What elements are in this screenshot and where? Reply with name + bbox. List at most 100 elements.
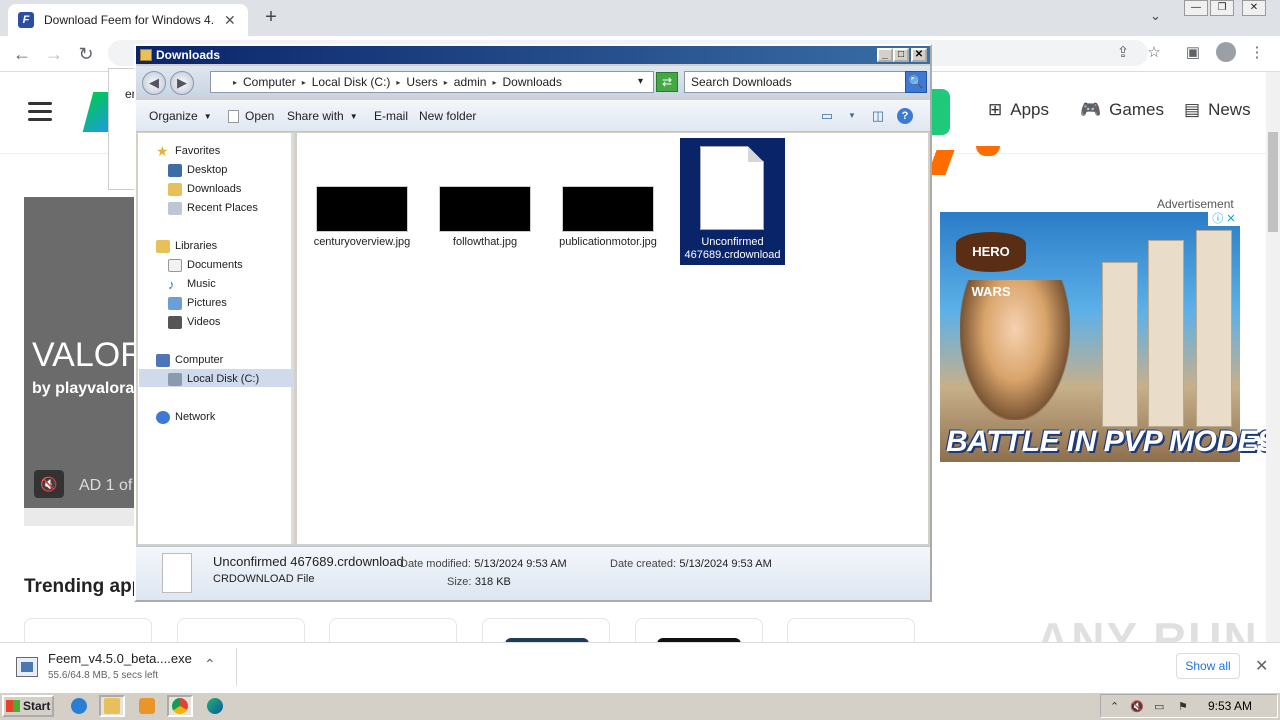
nav-local-disk[interactable]: Local Disk (C:) bbox=[168, 370, 259, 388]
action-center-flag-icon[interactable]: ⚑ bbox=[1178, 700, 1190, 713]
window-minimize-button[interactable]: — bbox=[1184, 0, 1208, 16]
reload-button[interactable]: ↻ bbox=[74, 42, 98, 66]
share-icon[interactable]: ⇪ bbox=[1112, 42, 1134, 64]
nav-games-link[interactable]: 🎮 Games bbox=[1080, 100, 1164, 120]
file-name[interactable]: centuryoverview.jpg bbox=[308, 236, 416, 249]
chevron-down-icon: ▼ bbox=[203, 111, 212, 121]
nav-pictures[interactable]: Pictures bbox=[168, 294, 227, 312]
views-icon[interactable]: ▭ bbox=[818, 108, 836, 124]
nav-label: Recent Places bbox=[187, 202, 258, 214]
image-thumbnail[interactable] bbox=[562, 186, 654, 232]
download-file-name[interactable]: Feem_v4.5.0_beta....exe bbox=[48, 651, 192, 666]
chrome-menu-icon[interactable]: ⋮ bbox=[1246, 42, 1268, 64]
bookmark-star-icon[interactable]: ☆ bbox=[1143, 42, 1165, 64]
breadcrumb-item[interactable]: Local Disk (C:) bbox=[312, 75, 391, 89]
tab-search-icon[interactable]: ⌄ bbox=[1150, 8, 1161, 24]
breadcrumb-item[interactable]: Computer bbox=[243, 75, 296, 89]
scrollbar-thumb[interactable] bbox=[1268, 132, 1278, 232]
taskbar-edge[interactable] bbox=[202, 695, 228, 717]
nav-downloads[interactable]: Downloads bbox=[168, 180, 241, 198]
music-icon: ♪ bbox=[168, 276, 175, 292]
window-close-button[interactable]: ✕ bbox=[1242, 0, 1266, 16]
show-all-button[interactable]: Show all bbox=[1176, 653, 1240, 679]
explorer-titlebar[interactable]: Downloads bbox=[136, 46, 930, 64]
breadcrumb[interactable]: ▸ Computer ▸ Local Disk (C:) ▸ Users ▸ a… bbox=[210, 71, 654, 93]
nav-label: Videos bbox=[187, 316, 221, 328]
tab-close-icon[interactable]: ✕ bbox=[224, 12, 236, 29]
new-tab-button[interactable]: + bbox=[258, 4, 284, 30]
views-dropdown-icon[interactable]: ▼ bbox=[843, 108, 861, 124]
close-icon[interactable]: ✕ bbox=[1255, 656, 1268, 676]
volume-icon[interactable]: 🔇 bbox=[1130, 700, 1144, 713]
browser-tab[interactable]: F Download Feem for Windows 4.5.0 ✕ bbox=[8, 4, 248, 36]
back-button[interactable]: ← bbox=[10, 42, 34, 66]
details-value: 5/13/2024 9:53 AM bbox=[679, 558, 772, 570]
forward-button[interactable]: → bbox=[42, 42, 66, 66]
search-icon[interactable]: 🔍 bbox=[905, 71, 927, 93]
breadcrumb-item[interactable]: admin bbox=[454, 75, 487, 89]
breadcrumb-item[interactable]: Downloads bbox=[502, 75, 561, 89]
nav-documents[interactable]: Documents bbox=[168, 256, 243, 274]
details-label: Date modified: bbox=[400, 558, 471, 570]
nav-libraries[interactable]: Libraries bbox=[156, 237, 217, 255]
nav-videos[interactable]: Videos bbox=[168, 313, 220, 331]
image-thumbnail[interactable] bbox=[439, 186, 531, 232]
tray-expand-icon[interactable]: ⌃ bbox=[1110, 700, 1122, 713]
nav-desktop[interactable]: Desktop bbox=[168, 161, 227, 179]
help-icon[interactable]: ? bbox=[897, 108, 913, 124]
explorer-maximize-button[interactable]: □ bbox=[893, 48, 909, 62]
divider bbox=[236, 648, 237, 686]
chevron-up-icon[interactable]: ⌃ bbox=[204, 656, 216, 673]
image-thumbnail[interactable] bbox=[316, 186, 408, 232]
explorer-forward-button[interactable]: ▶ bbox=[170, 71, 194, 95]
email-label: E-mail bbox=[374, 109, 409, 123]
side-panel-icon[interactable]: ▣ bbox=[1182, 42, 1204, 64]
refresh-icon[interactable]: ⇄ bbox=[656, 72, 678, 92]
path-dropdown-icon[interactable]: ▾ bbox=[638, 76, 643, 87]
network-tray-icon[interactable]: ▭ bbox=[1154, 700, 1166, 713]
nav-recent-places[interactable]: Recent Places bbox=[168, 199, 258, 217]
taskbar-explorer[interactable] bbox=[99, 695, 125, 717]
nav-label: Documents bbox=[187, 259, 243, 271]
details-date-modified: Date modified: 5/13/2024 9:53 AM bbox=[400, 556, 567, 570]
ad-tower-graphic bbox=[1196, 230, 1232, 427]
start-button[interactable]: Start bbox=[2, 695, 54, 717]
nav-games-label: Games bbox=[1109, 100, 1164, 119]
hamburger-menu-icon[interactable] bbox=[28, 102, 52, 121]
file-name[interactable]: followthat.jpg bbox=[431, 236, 539, 249]
file-name[interactable]: publicationmotor.jpg bbox=[554, 236, 662, 249]
open-button[interactable]: Open bbox=[228, 109, 274, 123]
explorer-minimize-button[interactable]: _ bbox=[877, 48, 893, 62]
nav-network[interactable]: Network bbox=[156, 408, 215, 426]
nav-news-link[interactable]: ▤ News bbox=[1184, 100, 1251, 120]
nav-label: Pictures bbox=[187, 297, 227, 309]
nav-computer[interactable]: Computer bbox=[156, 351, 223, 369]
ad-tower-graphic bbox=[1148, 240, 1184, 427]
taskbar-clock[interactable]: 9:53 AM bbox=[1208, 699, 1252, 713]
nav-favorites[interactable]: ★ Favorites bbox=[156, 142, 220, 160]
new-folder-button[interactable]: New folder bbox=[419, 109, 476, 123]
libraries-icon bbox=[156, 239, 170, 253]
blank-document-icon bbox=[700, 146, 764, 230]
explorer-close-button[interactable]: ✕ bbox=[911, 48, 927, 62]
nav-music[interactable]: ♪ Music bbox=[168, 275, 216, 293]
taskbar-ie[interactable] bbox=[66, 695, 92, 717]
explorer-back-button[interactable]: ◀ bbox=[142, 71, 166, 95]
profile-avatar[interactable] bbox=[1216, 42, 1236, 62]
ad-choices-icon[interactable]: ⓘ ✕ bbox=[1208, 212, 1240, 226]
nav-label: Favorites bbox=[175, 145, 221, 157]
mute-icon[interactable]: 🔇 bbox=[34, 470, 64, 498]
nav-apps-link[interactable]: ⊞ Apps bbox=[988, 100, 1049, 120]
share-with-button[interactable]: Share with ▼ bbox=[287, 109, 358, 123]
internet-explorer-icon bbox=[71, 698, 87, 714]
file-name[interactable]: Unconfirmed 467689.crdownload bbox=[680, 236, 785, 262]
search-input[interactable]: Search Downloads bbox=[684, 71, 906, 93]
taskbar-media-player[interactable] bbox=[134, 695, 160, 717]
nav-label: Network bbox=[175, 411, 216, 423]
breadcrumb-item[interactable]: Users bbox=[406, 75, 437, 89]
organize-button[interactable]: Organize ▼ bbox=[149, 109, 212, 123]
email-button[interactable]: E-mail bbox=[374, 109, 408, 123]
preview-pane-icon[interactable]: ◫ bbox=[869, 108, 887, 124]
window-restore-button[interactable]: ❐ bbox=[1210, 0, 1234, 16]
taskbar-chrome[interactable] bbox=[167, 695, 193, 717]
